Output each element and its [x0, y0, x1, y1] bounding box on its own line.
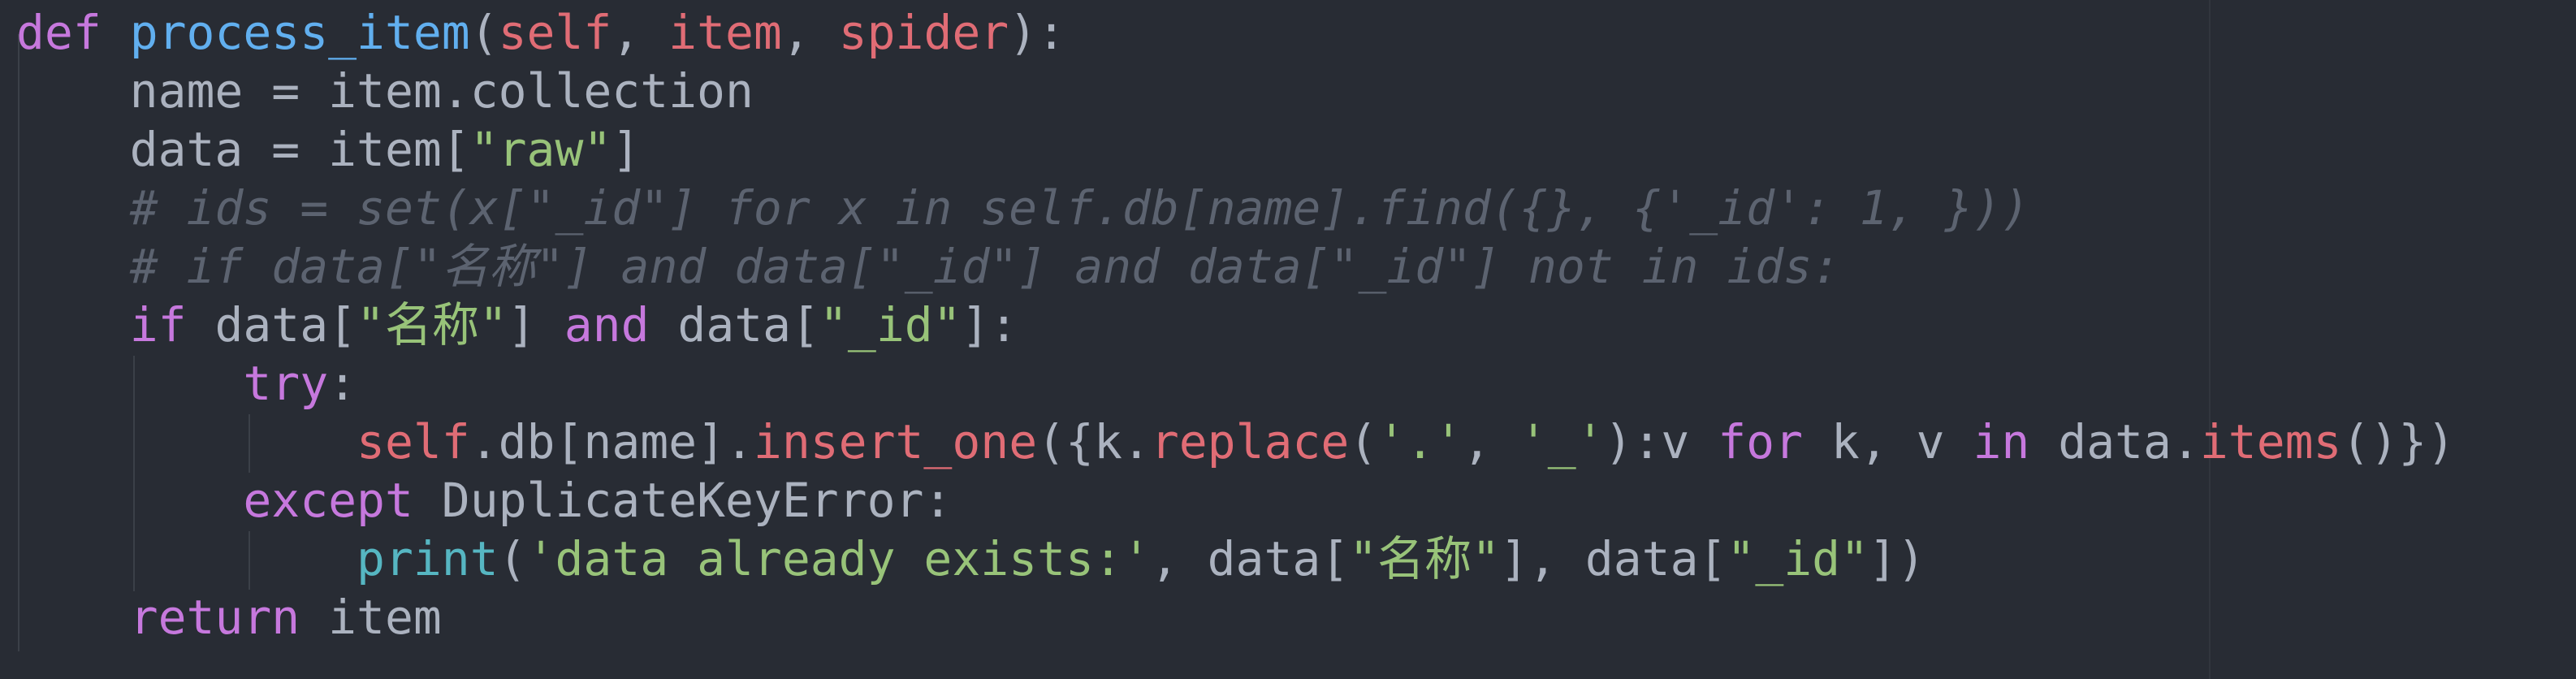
- code-line-8[interactable]: self.db[name].insert_one({k.replace('.',…: [16, 413, 2455, 471]
- builtin-token: print: [357, 531, 499, 586]
- code-token: ,: [781, 5, 839, 60]
- code-line-9[interactable]: except DuplicateKeyError:: [16, 471, 2455, 530]
- keyword-token: for: [1718, 414, 1803, 469]
- attribute-token: replace: [1150, 414, 1350, 469]
- keyword-token: except: [243, 473, 413, 528]
- keyword-token: in: [1973, 414, 2030, 469]
- code-token: data = item[: [16, 122, 470, 177]
- code-token: .db[name].: [469, 414, 754, 469]
- string-token: "_id": [1727, 531, 1869, 586]
- keyword-token: try: [243, 356, 329, 411]
- attribute-token: insert_one: [753, 414, 1038, 469]
- code-token: data[: [186, 297, 357, 352]
- keyword-token: and: [564, 297, 650, 352]
- code-token: k, v: [1803, 414, 1973, 469]
- code-line-2[interactable]: name = item.collection: [16, 62, 2455, 120]
- code-token: (: [469, 5, 499, 60]
- code-token: ], data[: [1500, 531, 1727, 586]
- code-token: ,: [1462, 414, 1519, 469]
- attribute-token: self: [357, 414, 470, 469]
- string-token: "名称": [357, 297, 508, 352]
- code-line-11[interactable]: return item: [16, 588, 2455, 647]
- keyword-token: if: [129, 297, 187, 352]
- parameter-token: self: [498, 5, 612, 60]
- code-token: DuplicateKeyError:: [413, 473, 953, 528]
- comment-token: # ids = set(x["_id"] for x in self.db[na…: [129, 180, 2030, 236]
- comment-token: # if data["名称"] and data["_id"] and data…: [129, 239, 1841, 294]
- code-editor[interactable]: def process_item(self, item, spider): na…: [0, 0, 2576, 679]
- code-token: data[: [649, 297, 820, 352]
- function-name-token: process_item: [129, 5, 470, 60]
- code-token: (: [1349, 414, 1378, 469]
- code-token: ]: [612, 122, 641, 177]
- code-token: ,: [612, 5, 669, 60]
- code-line-10[interactable]: print('data already exists:', data["名称"]…: [16, 530, 2455, 588]
- string-token: "raw": [469, 122, 612, 177]
- code-line-7[interactable]: try:: [16, 354, 2455, 413]
- code-token: ({k.: [1037, 414, 1151, 469]
- code-token: ()}): [2341, 414, 2456, 469]
- code-token: ]: [507, 297, 564, 352]
- code-token: data.: [2029, 414, 2200, 469]
- code-line-1[interactable]: def process_item(self, item, spider):: [16, 3, 2455, 62]
- code-lines[interactable]: def process_item(self, item, spider): na…: [16, 3, 2455, 647]
- code-token: ):: [1009, 5, 1066, 60]
- string-token: '_': [1519, 414, 1605, 469]
- string-token: "_id": [819, 297, 962, 352]
- string-token: "名称": [1349, 531, 1501, 586]
- code-token: (: [498, 531, 527, 586]
- code-token: item: [300, 590, 442, 645]
- code-line-3[interactable]: data = item["raw"]: [16, 120, 2455, 179]
- string-token: 'data already exists:': [526, 531, 1151, 586]
- code-token: , data[: [1150, 531, 1350, 586]
- code-token: ]): [1869, 531, 1926, 586]
- keyword-token: def: [16, 5, 102, 60]
- string-token: '.': [1377, 414, 1463, 469]
- parameter-token: item: [668, 5, 782, 60]
- attribute-token: items: [2199, 414, 2342, 469]
- code-token: ]:: [961, 297, 1018, 352]
- code-token: :: [328, 356, 357, 411]
- code-line-5[interactable]: # if data["名称"] and data["_id"] and data…: [16, 237, 2455, 296]
- code-line-4[interactable]: # ids = set(x["_id"] for x in self.db[na…: [16, 179, 2455, 237]
- code-token: ):v: [1604, 414, 1718, 469]
- parameter-token: spider: [838, 5, 1009, 60]
- keyword-token: return: [129, 590, 300, 645]
- code-line-6[interactable]: if data["名称"] and data["_id"]:: [16, 296, 2455, 354]
- code-token: name = item.collection: [16, 63, 754, 119]
